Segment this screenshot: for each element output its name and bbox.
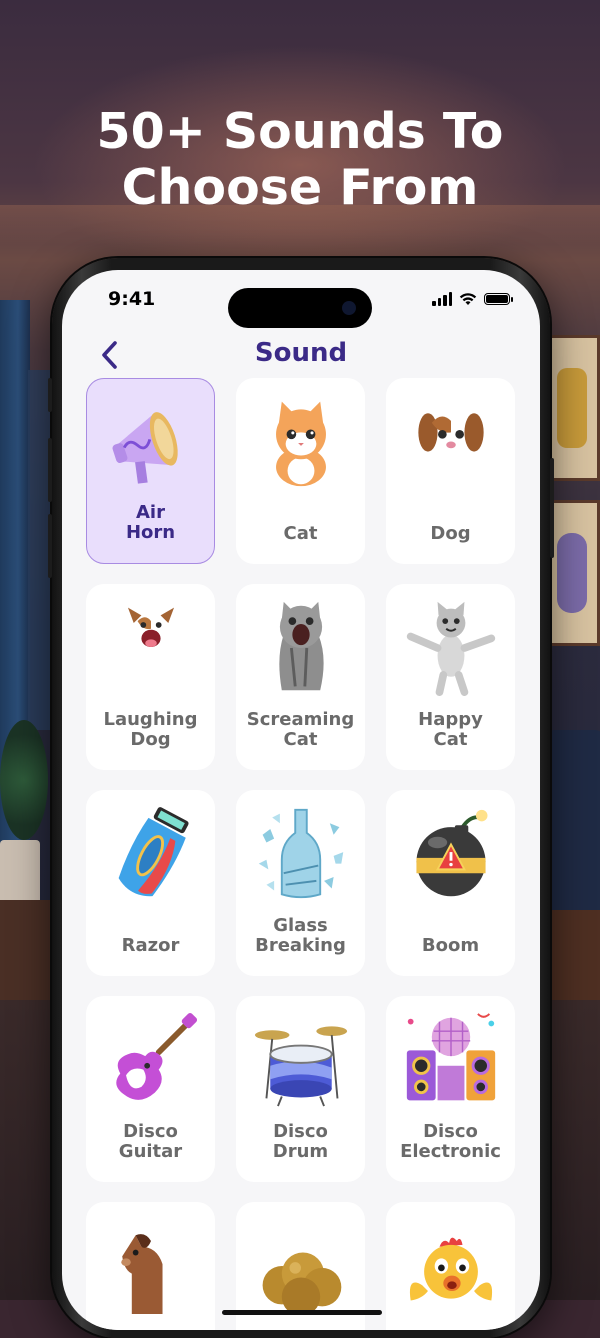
home-indicator <box>222 1310 382 1315</box>
screaming-cat-icon <box>251 598 351 698</box>
wall-picture-bottom <box>548 500 600 646</box>
sound-label-line-2: Electronic <box>400 1141 501 1162</box>
sound-label-line-1: Happy <box>418 709 483 730</box>
dog-icon <box>401 392 501 492</box>
wifi-icon <box>459 293 477 305</box>
sound-card[interactable]: Razor <box>86 790 215 976</box>
sound-label: Razor <box>90 936 211 956</box>
cat-icon <box>251 392 351 492</box>
status-icons <box>432 292 513 306</box>
happy-cat-icon <box>401 598 501 698</box>
sound-label-line-2: Horn <box>125 522 176 543</box>
sound-card[interactable]: Disco Guitar <box>86 996 215 1182</box>
sound-label-line-2: Dog <box>130 729 171 750</box>
sound-card[interactable]: Boom <box>386 790 515 976</box>
sound-card[interactable]: Cat <box>236 378 365 564</box>
sound-label-line-1: Cat <box>283 523 318 544</box>
sound-label-line-2: Guitar <box>118 1141 183 1162</box>
chicken-icon <box>401 1216 501 1316</box>
sound-grid: Air Horn Cat Dog Laughing Dog Screaming Cat Happ… <box>86 378 516 1330</box>
sound-label-line-1: Dog <box>430 523 471 544</box>
sound-label-line-1: Boom <box>421 935 480 956</box>
sound-label: Cat <box>240 524 361 544</box>
sound-label: Disco Electronic <box>390 1122 511 1162</box>
sound-label: Air Horn <box>91 503 210 543</box>
sound-card[interactable]: Disco Drum <box>236 996 365 1182</box>
sound-label: Glass Breaking <box>240 916 361 956</box>
sofa <box>545 730 600 940</box>
sound-label-line-1: Screaming <box>246 709 355 730</box>
glass-breaking-icon <box>251 804 351 904</box>
sound-label-line-1: Laughing <box>103 709 198 730</box>
headline-line-2: Choose From <box>121 159 479 216</box>
battery-icon <box>484 293 513 305</box>
horse-icon <box>101 1216 201 1316</box>
headline-line-1: 50+ Sounds To <box>96 103 504 160</box>
fart-cloud-icon <box>251 1216 351 1316</box>
dynamic-island <box>228 288 372 328</box>
sound-label-line-1: Razor <box>121 935 180 956</box>
sound-card[interactable]: Laughing Dog <box>86 584 215 770</box>
status-time: 9:41 <box>108 288 156 310</box>
sound-card[interactable]: Glass Breaking <box>236 790 365 976</box>
wall-picture-top <box>548 335 600 481</box>
page-title: Sound <box>254 338 348 368</box>
sound-label: Screaming Cat <box>240 710 361 750</box>
sound-label-line-1: Glass <box>273 915 328 936</box>
sound-card[interactable]: Screaming Cat <box>236 584 365 770</box>
cellular-signal-icon <box>432 292 452 306</box>
sound-label: Boom <box>390 936 511 956</box>
disco-speakers-icon <box>401 1010 501 1110</box>
sound-label: Happy Cat <box>390 710 511 750</box>
sound-label: Disco Drum <box>240 1122 361 1162</box>
mute-switch <box>48 378 52 412</box>
sound-label: Dog <box>390 524 511 544</box>
app-screen: 9:41 Sound Air Horn Cat Dog Laughing Dog Screa… <box>62 270 540 1330</box>
sound-card[interactable]: Disco Electronic <box>386 996 515 1182</box>
megaphone-icon <box>101 393 201 493</box>
sound-card[interactable]: Happy Cat <box>386 584 515 770</box>
volume-down-button <box>48 514 52 578</box>
sound-label-line-2: Drum <box>272 1141 329 1162</box>
power-button <box>550 458 554 558</box>
phone-frame: 9:41 Sound Air Horn Cat Dog Laughing Dog Screa… <box>48 258 554 1338</box>
sound-label: Laughing Dog <box>90 710 211 750</box>
laughing-dog-icon <box>101 598 201 698</box>
sound-label-line-2: Breaking <box>255 935 346 956</box>
sound-card[interactable] <box>386 1202 515 1330</box>
promo-headline: 50+ Sounds To Choose From <box>0 104 600 216</box>
guitar-icon <box>101 1010 201 1110</box>
razor-icon <box>101 804 201 904</box>
sound-card[interactable]: Dog <box>386 378 515 564</box>
sound-label-line-2: Cat <box>283 729 318 750</box>
sound-label-line-1: Disco <box>273 1121 328 1142</box>
sound-card[interactable] <box>86 1202 215 1330</box>
plant <box>0 720 48 840</box>
camera-icon <box>342 301 356 315</box>
sound-label-line-2: Cat <box>433 729 468 750</box>
sound-label-line-1: Air <box>136 502 165 523</box>
sound-label-line-1: Disco <box>123 1121 178 1142</box>
sound-label-line-1: Disco <box>423 1121 478 1142</box>
sound-label: Disco Guitar <box>90 1122 211 1162</box>
bomb-icon <box>401 804 501 904</box>
volume-up-button <box>48 438 52 502</box>
sound-card[interactable]: Air Horn <box>86 378 215 564</box>
drum-icon <box>251 1010 351 1110</box>
